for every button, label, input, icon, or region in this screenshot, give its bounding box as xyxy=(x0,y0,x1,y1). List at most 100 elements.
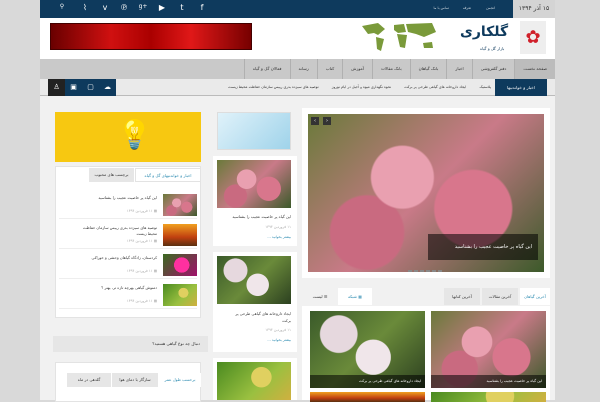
pinterest-icon[interactable]: ℗ xyxy=(118,3,130,12)
post-image[interactable] xyxy=(217,160,291,208)
read-more-link[interactable]: بیشتر بخوانید ... xyxy=(267,338,291,342)
tab-popular-tags[interactable]: برچسب های محبوب xyxy=(89,168,134,182)
grid-icon: ▦ xyxy=(356,294,362,299)
post-card: این گیاه پر خاصیت عجیب را بشناسید ۱۱ فرو… xyxy=(213,156,297,246)
twitter-icon[interactable]: t xyxy=(176,3,188,12)
tab-bloom-month[interactable]: گلدهی در ماه xyxy=(67,373,111,387)
ad-lightbulb[interactable]: 💡 xyxy=(55,112,201,162)
nav-books[interactable]: کتاب xyxy=(316,59,342,79)
post-title[interactable]: ایجاد داروخانه های گیاهی طرحی پر برکت xyxy=(231,310,291,324)
slider-next-arrow[interactable]: › xyxy=(323,117,331,125)
grid-view-button[interactable]: ▦ شبکه xyxy=(338,288,372,305)
grid-item[interactable] xyxy=(310,392,425,402)
sidebar-list-item[interactable]: کردستان، زادگاه گیاهان وحشی و خوراکی ▦ ۱… xyxy=(59,252,197,279)
nav-training[interactable]: آموزش xyxy=(342,59,372,79)
link-tariff[interactable]: تعرفه xyxy=(463,6,471,10)
item-date-text: ۱۱ فروردین ۱۳۹۴ xyxy=(126,239,153,243)
post-date: ۱۱ فروردین ۱۳۹۴ xyxy=(265,225,291,229)
ticker-item[interactable]: توصیه های سیزده بدری رییس سازمان حفاظت م… xyxy=(228,85,319,89)
nav-activists[interactable]: فعالان گل و گیاه xyxy=(243,59,290,79)
item-date-text: ۱۱ فروردین ۱۳۹۴ xyxy=(126,299,153,303)
link-forum[interactable]: انجمن xyxy=(486,6,495,10)
ticker-item[interactable]: ایجاد داروخانه های گیاهی طرحی پر برکت xyxy=(404,85,466,89)
item-thumbnail xyxy=(163,224,197,246)
calendar-icon: ▦ xyxy=(152,209,157,213)
item-thumbnail xyxy=(163,194,197,216)
film-icon[interactable]: ▣ xyxy=(65,79,82,96)
user-icon[interactable]: ♙ xyxy=(48,79,65,96)
post-title[interactable]: این گیاه پر خاصیت عجیب را بشناسید xyxy=(217,214,291,219)
nav-news[interactable]: اخبار xyxy=(446,59,471,79)
search-icon[interactable]: ⚲ xyxy=(56,3,68,10)
googleplus-icon[interactable]: g+ xyxy=(137,3,149,10)
lightbulb-icon: 💡 xyxy=(117,118,152,151)
plant-search-heading: دنبال چه نوع گیاهی هستید؟ xyxy=(152,341,200,346)
logo-subtitle: بازار گل و گیاه xyxy=(480,46,505,51)
ticker-item[interactable]: پلاستیک xyxy=(479,85,491,89)
middle-column: این گیاه پر خاصیت عجیب را بشناسید ۱۱ فرو… xyxy=(213,108,297,400)
calendar-icon: ▦ xyxy=(152,269,157,273)
top-bar: ۱۵ آذر ۱۳۹۴ انجمن تعرفه تماس با ما f t ▶… xyxy=(40,0,555,18)
item-date-text: ۱۱ فروردین ۱۳۹۴ xyxy=(126,209,153,213)
item-title[interactable]: کردستان، زادگاه گیاهان وحشی و خوراکی xyxy=(77,255,157,261)
ticker-item[interactable]: نحوه نگهداری میوه و آجیل در ایام نوروز xyxy=(332,85,391,89)
world-map xyxy=(362,23,436,51)
tab-climate[interactable]: سازگار با دمای هوا xyxy=(112,373,158,387)
sidebar-list-item[interactable]: دمنوش گیاهی بهرچه تازه تر، بهتر ؟ ▦ ۱۱ ف… xyxy=(59,282,197,309)
news-ticker: اخبار و خواندنیها پلاستیک ایجاد داروخانه… xyxy=(40,79,555,96)
rss-icon[interactable]: ⌇ xyxy=(79,3,91,12)
slider-dots[interactable] xyxy=(408,270,444,272)
tab-lifespan[interactable]: برحسب طول عمر xyxy=(159,373,201,387)
item-date-text: ۱۱ فروردین ۱۳۹۴ xyxy=(126,269,153,273)
post-image[interactable] xyxy=(217,362,291,400)
sidebar: 💡 اخبار و خواندنیهای گل و گیاه برچسب های… xyxy=(53,108,208,402)
tab-news[interactable]: اخبار و خواندنیهای گل و گیاه xyxy=(135,168,201,182)
cloud-icon[interactable]: ☁ xyxy=(99,79,116,96)
latest-panel: آخرین گیاهان آخرین مقالات آخرین کتابها ▦… xyxy=(302,288,550,402)
sidebar-list-item[interactable]: این گیاه پر خاصیت عجیب را بشناسید ▦ ۱۱ ف… xyxy=(59,192,197,219)
page: ۱۵ آذر ۱۳۹۴ انجمن تعرفه تماس با ما f t ▶… xyxy=(40,0,555,402)
tab-latest-books[interactable]: آخرین کتابها xyxy=(444,288,480,305)
tab-latest-articles[interactable]: آخرین مقالات xyxy=(482,288,518,305)
header: گلکاری بازار گل و گیاه ✿ xyxy=(40,18,555,59)
nav-home[interactable]: صفحه نخست xyxy=(514,59,555,79)
slider-panel: ‹ › این گیاه پر خاصیت عجیب را بشناسید xyxy=(302,108,550,278)
nav-articles[interactable]: بانک مقالات xyxy=(371,59,410,79)
facebook-icon[interactable]: f xyxy=(196,3,208,12)
grid-item[interactable]: این گیاه پر خاصیت عجیب را بشناسید xyxy=(431,311,546,388)
ad-image[interactable] xyxy=(217,112,291,150)
item-title[interactable]: این گیاه پر خاصیت عجیب را بشناسید xyxy=(77,195,157,201)
post-image[interactable] xyxy=(217,256,291,304)
grid-item-title: ایجاد داروخانه های گیاهی طرحی پر برکت xyxy=(310,375,425,388)
logo-text[interactable]: گلکاری xyxy=(460,24,508,40)
slider-prev-arrow[interactable]: ‹ xyxy=(311,117,319,125)
grid-label: شبکه xyxy=(348,294,357,299)
list-icon: ☰ xyxy=(322,294,328,299)
slider-image[interactable]: ‹ › این گیاه پر خاصیت عجیب را بشناسید xyxy=(308,114,544,272)
item-title[interactable]: دمنوش گیاهی بهرچه تازه تر، بهتر ؟ xyxy=(77,285,157,291)
item-date: ▦ ۱۱ فروردین ۱۳۹۴ xyxy=(127,269,157,273)
vimeo-icon[interactable]: v xyxy=(99,3,111,12)
grid-item-title: این گیاه پر خاصیت عجیب را بشناسید xyxy=(431,375,546,388)
list-view-button[interactable]: ☰ لیست xyxy=(304,288,336,305)
nav-plants[interactable]: بانک گیاهان xyxy=(409,59,447,79)
grid-item[interactable] xyxy=(431,392,546,402)
item-thumbnail xyxy=(163,284,197,306)
read-more-link[interactable]: بیشتر بخوانید ... xyxy=(267,235,291,239)
post-card: ایجاد داروخانه های گیاهی طرحی پر برکت ۱۱… xyxy=(213,252,297,352)
slider-caption[interactable]: این گیاه پر خاصیت عجیب را بشناسید xyxy=(428,234,538,260)
ad-banner[interactable] xyxy=(50,23,252,50)
list-label: لیست xyxy=(312,294,323,299)
grid-item[interactable]: ایجاد داروخانه های گیاهی طرحی پر برکت xyxy=(310,311,425,388)
nav-media[interactable]: رسانه xyxy=(289,59,317,79)
post-date: ۱۱ فروردین ۱۳۹۴ xyxy=(265,328,291,332)
link-contact[interactable]: تماس با ما xyxy=(433,6,449,10)
youtube-icon[interactable]: ▶ xyxy=(156,3,168,12)
sidebar-list-item[interactable]: توصیه های سیزده بدری رییس سازمان حفاظت م… xyxy=(59,222,197,249)
tab-latest-plants[interactable]: آخرین گیاهان xyxy=(520,288,550,305)
item-title[interactable]: توصیه های سیزده بدری رییس سازمان حفاظت م… xyxy=(77,225,157,237)
book-icon[interactable]: ▢ xyxy=(82,79,99,96)
tulip-logo-icon[interactable]: ✿ xyxy=(520,21,546,54)
nav-shop[interactable]: دفتر گلفروشی xyxy=(471,59,515,79)
ticker-label: اخبار و خواندنیها xyxy=(495,79,547,96)
